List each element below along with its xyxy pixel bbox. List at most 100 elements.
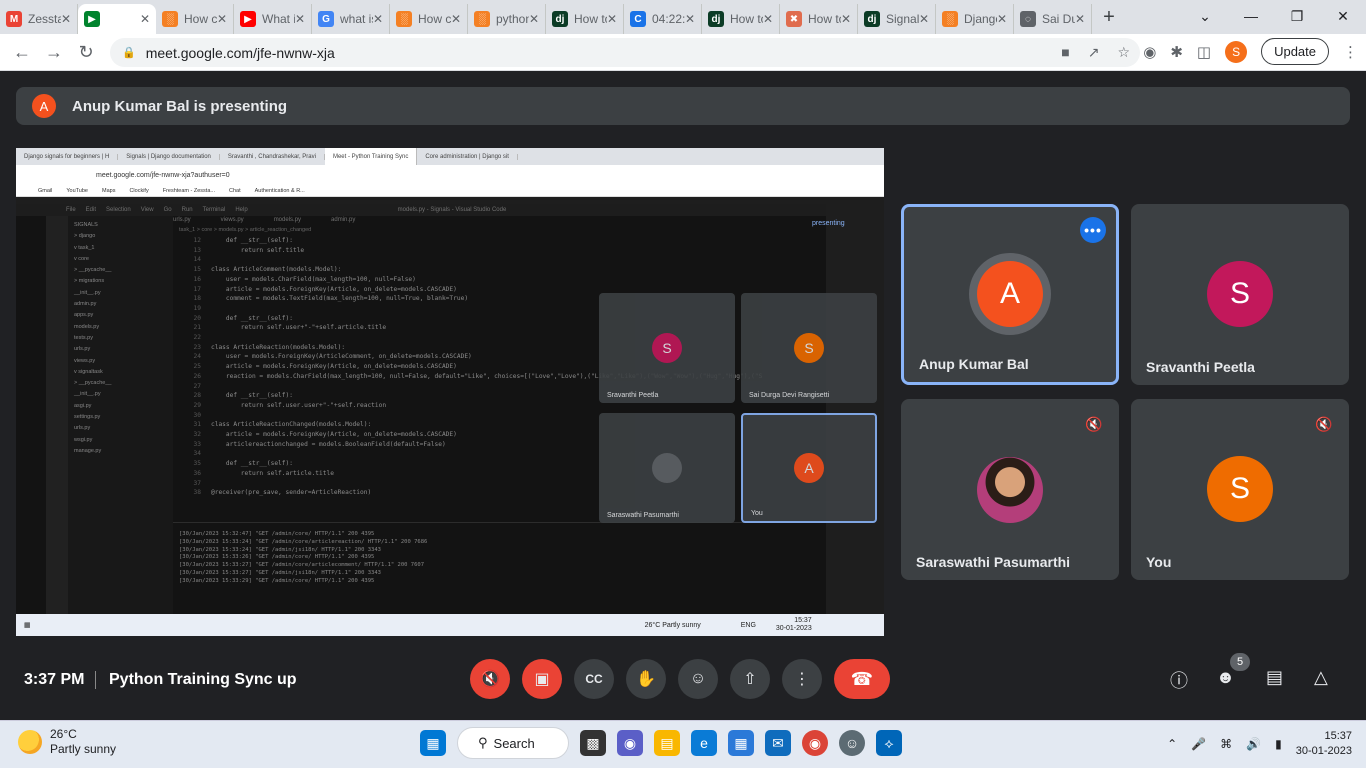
browser-tab[interactable]: ░ How ca✕ bbox=[156, 4, 234, 34]
mic-tray-icon[interactable]: 🎤 bbox=[1191, 737, 1206, 751]
shared-presenting-label: presenting bbox=[812, 220, 845, 227]
update-button[interactable]: Update bbox=[1261, 38, 1329, 65]
sidepanel-icon[interactable]: ◫ bbox=[1197, 43, 1211, 61]
presenting-text: Anup Kumar Bal is presenting bbox=[72, 97, 288, 115]
camera-toggle-button[interactable]: ▣ bbox=[522, 659, 562, 699]
info-icon[interactable]: ⓘ bbox=[1170, 667, 1188, 693]
shared-bookmark: Freshteam - Zessta... bbox=[162, 187, 215, 194]
shared-bookmark: Authentication & R... bbox=[254, 187, 305, 194]
address-bar[interactable]: 🔒 meet.google.com/jfe-nwnw-xja ■ ↗ ☆ bbox=[110, 38, 1140, 67]
chrome-icon[interactable]: ◉ bbox=[802, 730, 828, 756]
participant-tile[interactable]: S 🔇 You bbox=[1131, 399, 1349, 580]
close-tab-icon[interactable]: ✕ bbox=[295, 12, 305, 26]
google-icon[interactable]: ◉ bbox=[1143, 43, 1156, 61]
tab-favicon-icon: C bbox=[630, 11, 646, 27]
edge-icon[interactable]: e bbox=[691, 730, 717, 756]
browser-tab[interactable]: C 04:22:1✕ bbox=[624, 4, 702, 34]
clock-date: 30-01-2023 bbox=[1295, 745, 1352, 757]
present-button[interactable]: ⇧ bbox=[730, 659, 770, 699]
battery-icon[interactable]: ▮ bbox=[1275, 737, 1282, 751]
shared-date: 30-01-2023 bbox=[775, 625, 812, 632]
browser-tab[interactable]: dj Signals✕ bbox=[858, 4, 936, 34]
close-tab-icon[interactable]: ✕ bbox=[61, 12, 71, 26]
mirrored-tile: S Sai Durga Devi Rangisetti bbox=[741, 293, 877, 403]
clock[interactable]: 15:37 30-01-2023 bbox=[1296, 729, 1352, 759]
camera-icon[interactable]: ■ bbox=[1061, 44, 1069, 61]
browser-tab[interactable]: Gwhat is✕ bbox=[312, 4, 390, 34]
new-tab-icon[interactable]: + bbox=[1092, 6, 1126, 29]
browser-tab[interactable]: ░ python ✕ bbox=[468, 4, 546, 34]
participant-tile[interactable]: S Sravanthi Peetla bbox=[1131, 204, 1349, 385]
participant-tile[interactable]: A ••• Anup Kumar Bal bbox=[901, 204, 1119, 385]
more-options-icon[interactable]: ••• bbox=[1080, 217, 1106, 243]
search-box[interactable]: ⚲ Search bbox=[457, 727, 569, 759]
browser-tab[interactable]: ▶ What is✕ bbox=[234, 4, 312, 34]
browser-tab[interactable]: dj How to✕ bbox=[702, 4, 780, 34]
tab-label: Zessta bbox=[28, 12, 61, 26]
chat-icon[interactable]: ▤ bbox=[1266, 667, 1283, 688]
close-tab-icon[interactable]: ✕ bbox=[841, 12, 851, 26]
tray-expand-icon[interactable]: ⌃ bbox=[1167, 737, 1177, 751]
dropdown-icon[interactable]: ⌄ bbox=[1182, 0, 1228, 32]
file-explorer-icon[interactable]: ▤ bbox=[654, 730, 680, 756]
shared-bookmark: Gmail bbox=[38, 187, 53, 194]
shared-tab: Meet - Python Training Sync bbox=[324, 148, 418, 165]
minimize-icon[interactable]: — bbox=[1228, 0, 1274, 32]
close-tab-icon[interactable]: ✕ bbox=[140, 12, 150, 26]
browser-tab[interactable]: ░ Django✕ bbox=[936, 4, 1014, 34]
bookmark-star-icon[interactable]: ☆ bbox=[1117, 44, 1130, 61]
tab-label: How to bbox=[574, 12, 607, 26]
browser-tab[interactable]: ▶ ✕ bbox=[78, 4, 156, 34]
wifi-icon[interactable]: ⌘ bbox=[1220, 737, 1232, 751]
browser-tab[interactable]: M Zessta ✕ bbox=[0, 4, 78, 34]
extensions-icon[interactable]: ✱ bbox=[1170, 43, 1183, 61]
browser-tab[interactable]: ░ How ca✕ bbox=[390, 4, 468, 34]
close-tab-icon[interactable]: ✕ bbox=[529, 12, 539, 26]
vscode-icon[interactable]: ⟡ bbox=[876, 730, 902, 756]
teams-chat-icon[interactable]: ◉ bbox=[617, 730, 643, 756]
mirrored-name: You bbox=[751, 510, 763, 517]
participant-tile[interactable]: 🔇 Saraswathi Pasumarthi bbox=[901, 399, 1119, 580]
store-icon[interactable]: ▦ bbox=[728, 730, 754, 756]
tab-label: How to bbox=[730, 12, 763, 26]
weather-desc: Partly sunny bbox=[50, 742, 117, 756]
browser-tab[interactable]: ◌ Sai Du ✕ bbox=[1014, 4, 1092, 34]
browser-tab[interactable]: ✖ How to✕ bbox=[780, 4, 858, 34]
browser-tab[interactable]: dj How to✕ bbox=[546, 4, 624, 34]
more-options-button[interactable]: ⋮ bbox=[782, 659, 822, 699]
close-window-icon[interactable]: ✕ bbox=[1320, 0, 1366, 32]
reload-icon[interactable]: ↻ bbox=[70, 42, 102, 63]
people-icon[interactable]: ☻ bbox=[1216, 667, 1235, 688]
lock-icon[interactable]: 🔒 bbox=[122, 46, 136, 59]
shared-start-icon: ▦ bbox=[24, 622, 31, 629]
tab-favicon-icon: ░ bbox=[396, 11, 412, 27]
task-view-icon[interactable]: ▩ bbox=[580, 730, 606, 756]
close-tab-icon[interactable]: ✕ bbox=[1075, 12, 1085, 26]
back-icon[interactable]: ← bbox=[6, 42, 38, 63]
close-tab-icon[interactable]: ✕ bbox=[997, 12, 1007, 26]
close-tab-icon[interactable]: ✕ bbox=[607, 12, 617, 26]
close-tab-icon[interactable]: ✕ bbox=[451, 12, 461, 26]
captions-button[interactable]: CC bbox=[574, 659, 614, 699]
share-icon[interactable]: ↗ bbox=[1088, 44, 1100, 61]
close-tab-icon[interactable]: ✕ bbox=[373, 12, 383, 26]
raise-hand-button[interactable]: ✋ bbox=[626, 659, 666, 699]
forward-icon[interactable]: → bbox=[38, 42, 70, 63]
profile-avatar[interactable]: S bbox=[1225, 40, 1248, 63]
maximize-icon[interactable]: ❐ bbox=[1274, 0, 1320, 32]
close-tab-icon[interactable]: ✕ bbox=[685, 12, 695, 26]
close-tab-icon[interactable]: ✕ bbox=[763, 12, 773, 26]
menu-kebab-icon[interactable]: ⋮ bbox=[1343, 43, 1358, 61]
mic-toggle-button[interactable]: 🔇 bbox=[470, 659, 510, 699]
game-icon[interactable]: ☺ bbox=[839, 730, 865, 756]
close-tab-icon[interactable]: ✕ bbox=[217, 12, 227, 26]
start-icon[interactable]: ▦ bbox=[420, 730, 446, 756]
volume-icon[interactable]: 🔊 bbox=[1246, 737, 1261, 751]
activities-icon[interactable]: △ bbox=[1314, 667, 1328, 688]
close-tab-icon[interactable]: ✕ bbox=[919, 12, 929, 26]
weather-widget[interactable]: 26°C Partly sunny bbox=[18, 727, 116, 757]
mail-icon[interactable]: ✉ bbox=[765, 730, 791, 756]
emoji-button[interactable]: ☺ bbox=[678, 659, 718, 699]
end-call-button[interactable]: ☎ bbox=[834, 659, 890, 699]
shared-tab: Sravanthi , Chandrashekar, Pravi bbox=[220, 153, 325, 160]
